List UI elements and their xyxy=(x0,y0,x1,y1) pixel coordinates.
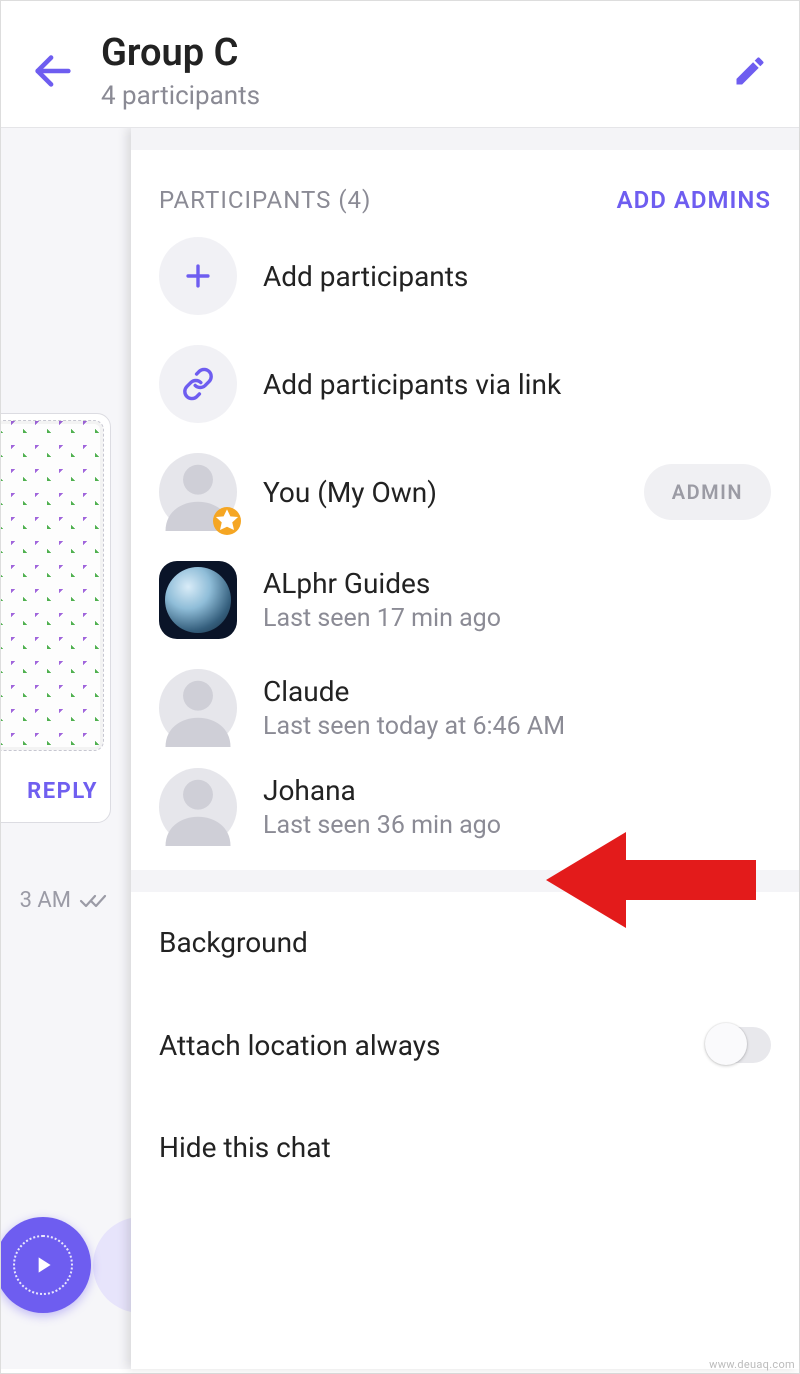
play-icon xyxy=(30,1252,56,1278)
secondary-fab[interactable] xyxy=(93,1217,131,1313)
participant-status: Last seen 36 min ago xyxy=(263,811,771,840)
participant-name: ALphr Guides xyxy=(263,567,771,600)
person-icon xyxy=(159,669,237,747)
back-button[interactable] xyxy=(25,48,81,94)
participant-name: Johana xyxy=(263,774,771,807)
avatar xyxy=(159,453,237,531)
title-block: Group C 4 participants xyxy=(101,31,725,111)
star-icon xyxy=(213,507,241,535)
sticker-image xyxy=(1,420,104,751)
participants-section: PARTICIPANTS (4) ADD ADMINS Add particip… xyxy=(131,150,799,870)
message-timestamp-row: 3 AM xyxy=(20,888,111,913)
arrow-left-icon xyxy=(30,48,76,94)
setting-label: Attach location always xyxy=(159,1029,440,1062)
watermark: www.deuaq.com xyxy=(709,1358,795,1371)
add-via-link-row[interactable]: Add participants via link xyxy=(159,330,771,438)
participant-name: You (My Own) xyxy=(263,476,618,509)
participant-count: 4 participants xyxy=(101,81,725,111)
header-bar: Group C 4 participants xyxy=(1,1,799,128)
group-title: Group C xyxy=(101,31,725,75)
avatar xyxy=(159,561,237,639)
participant-status: Last seen today at 6:46 AM xyxy=(263,712,771,741)
add-participants-label: Add participants xyxy=(263,260,771,293)
add-participants-row[interactable]: Add participants xyxy=(159,222,771,330)
toggle-knob xyxy=(705,1023,747,1065)
participant-name: Claude xyxy=(263,675,771,708)
attach-location-toggle[interactable] xyxy=(705,1027,771,1063)
reply-button[interactable]: REPLY xyxy=(1,757,110,822)
avatar xyxy=(159,768,237,846)
link-icon xyxy=(181,367,215,401)
pencil-icon xyxy=(732,53,768,89)
plus-circle xyxy=(159,237,237,315)
avatar xyxy=(159,669,237,747)
edit-button[interactable] xyxy=(725,46,775,96)
background-setting[interactable]: Background xyxy=(131,892,799,993)
participant-alphr[interactable]: ALphr Guides Last seen 17 min ago xyxy=(159,546,771,654)
hide-chat-setting[interactable]: Hide this chat xyxy=(131,1097,799,1198)
setting-label: Background xyxy=(159,926,308,959)
participant-claude[interactable]: Claude Last seen today at 6:46 AM xyxy=(159,654,771,762)
person-icon xyxy=(159,768,237,846)
participant-johana[interactable]: Johana Last seen 36 min ago xyxy=(159,762,771,870)
group-info-panel: PARTICIPANTS (4) ADD ADMINS Add particip… xyxy=(131,128,799,1369)
participant-you[interactable]: You (My Own) ADMIN xyxy=(159,438,771,546)
message-card: REPLY xyxy=(1,413,111,823)
read-receipt-icon xyxy=(79,892,111,910)
participants-label: PARTICIPANTS (4) xyxy=(159,186,371,214)
link-circle xyxy=(159,345,237,423)
voice-message-fab[interactable] xyxy=(1,1217,91,1313)
plus-icon xyxy=(181,259,215,293)
fab-dotted-ring xyxy=(13,1235,73,1295)
add-via-link-label: Add participants via link xyxy=(263,368,771,401)
setting-label: Hide this chat xyxy=(159,1131,331,1164)
add-admins-button[interactable]: ADD ADMINS xyxy=(617,186,771,214)
chat-background-sliver: REPLY 3 AM xyxy=(1,128,131,1369)
earth-image xyxy=(165,567,231,633)
participant-status: Last seen 17 min ago xyxy=(263,604,771,633)
message-timestamp: 3 AM xyxy=(20,888,71,913)
admin-star-badge xyxy=(213,507,241,535)
admin-badge: ADMIN xyxy=(644,464,771,520)
attach-location-setting[interactable]: Attach location always xyxy=(131,993,799,1097)
